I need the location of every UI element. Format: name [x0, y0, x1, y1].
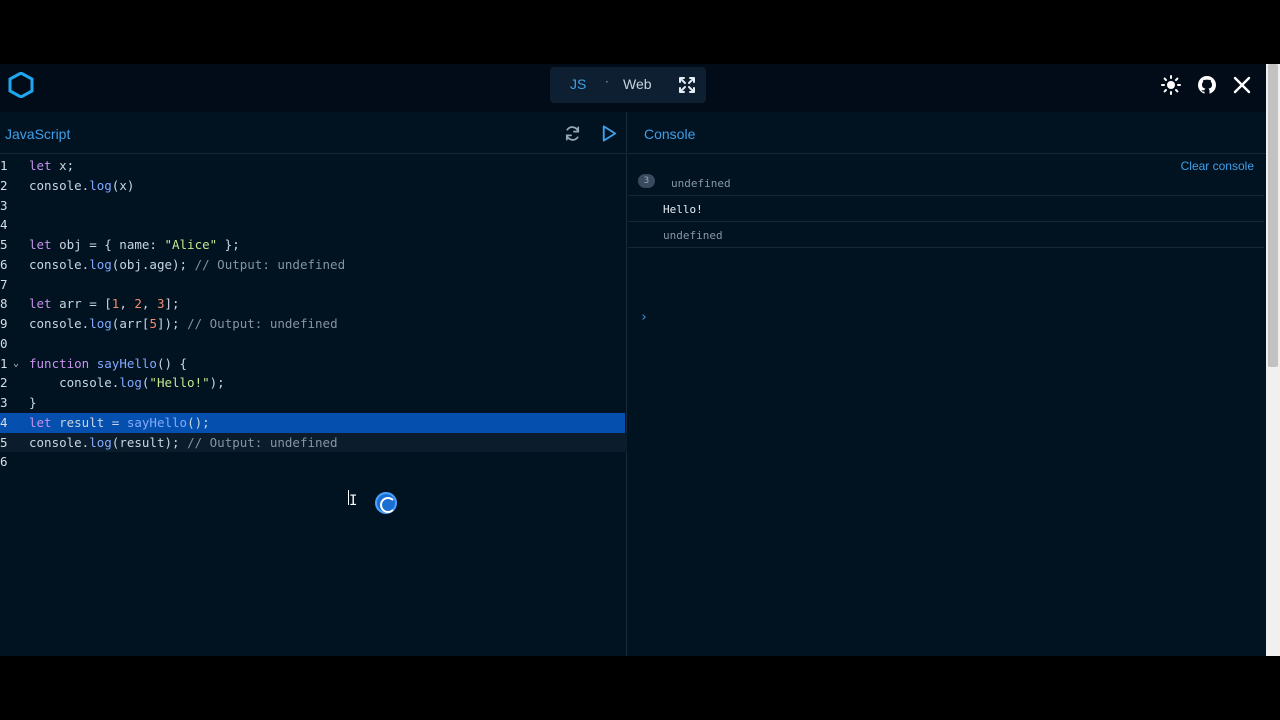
code-line[interactable]: 3} [0, 393, 627, 413]
line-number: 3 [0, 395, 8, 410]
line-number: 5 [0, 237, 8, 252]
console-header: Console [628, 112, 1266, 154]
editor-header: JavaScript [0, 112, 627, 154]
x-twitter-icon[interactable] [1232, 75, 1252, 95]
app-window: JS · Web JavaScript 1 let x; 2 console.l… [0, 64, 1280, 656]
logo-hexagon-icon[interactable] [8, 72, 34, 98]
line-number: 2 [0, 177, 8, 193]
refresh-icon[interactable] [563, 124, 582, 143]
code-text: let result = sayHello(); [29, 414, 210, 430]
page-scrollbar[interactable] [1266, 64, 1280, 656]
code-line[interactable]: 2 console.log("Hello!"); [0, 373, 627, 393]
mode-switch: JS · Web [550, 67, 706, 103]
code-text: } [29, 395, 37, 410]
loading-spinner-icon [375, 492, 397, 514]
code-text: console.log("Hello!"); [29, 375, 225, 391]
code-line[interactable]: 4 let result = sayHello(); [0, 412, 625, 433]
code-editor[interactable]: 1 let x; 2 console.log(x) 3 4 5 let obj = { nam… [0, 156, 627, 472]
ibeam-cursor-icon: I [349, 493, 358, 509]
code-text: let x; [29, 158, 75, 173]
line-number: 1 [0, 158, 8, 173]
console-pane: Console Clear console 3 undefined Hello! un… [628, 112, 1266, 656]
console-entry-text: undefined [663, 229, 723, 242]
code-line[interactable]: 9 console.log(arr[5]); // Output: undefin… [0, 314, 627, 334]
code-text: let obj = { name: "Alice" }; [29, 237, 240, 252]
repeat-count-badge: 3 [638, 174, 655, 188]
code-text: console.log(x) [29, 177, 135, 193]
code-line[interactable]: 1 ⌄ function sayHello() { [0, 354, 627, 374]
theme-sun-icon[interactable] [1161, 75, 1181, 95]
editor-pane: JavaScript 1 let x; 2 console.log(x) 3 4 5 let … [0, 112, 627, 656]
console-entry: 3 undefined [628, 170, 1264, 196]
run-play-icon[interactable] [599, 124, 618, 143]
github-icon[interactable] [1197, 75, 1217, 95]
line-number: 5 [0, 434, 8, 450]
line-number: 6 [0, 256, 8, 272]
line-number: 2 [0, 375, 8, 391]
code-text: console.log(arr[5]); // Output: undefine… [29, 316, 338, 331]
code-line[interactable]: 6 console.log(obj.age); // Output: undefi… [0, 255, 627, 275]
code-line[interactable]: 5 let obj = { name: "Alice" }; [0, 235, 627, 255]
code-text: let arr = [1, 2, 3]; [29, 296, 180, 312]
console-entry: Hello! [628, 196, 1264, 222]
line-number: 4 [0, 414, 8, 430]
console-title: Console [644, 126, 696, 142]
code-line[interactable]: 8 let arr = [1, 2, 3]; [0, 294, 627, 314]
code-line[interactable]: 7 [0, 275, 627, 295]
console-entry-text: Hello! [663, 203, 703, 216]
letterbox-top [0, 0, 1280, 64]
code-line[interactable]: 3 [0, 196, 627, 216]
editor-language-title[interactable]: JavaScript [5, 126, 70, 142]
top-header: JS · Web [0, 64, 1266, 112]
line-number: 9 [0, 316, 8, 331]
line-number: 4 [0, 217, 8, 233]
code-line[interactable]: 0 [0, 334, 627, 354]
code-line[interactable]: 1 let x; [0, 156, 627, 176]
mode-web-tab[interactable]: Web [623, 76, 652, 92]
code-line[interactable]: 2 console.log(x) [0, 176, 627, 196]
mode-js-tab[interactable]: JS [570, 76, 586, 92]
console-entry: undefined [628, 222, 1264, 248]
letterbox-bottom [0, 656, 1280, 720]
code-line[interactable]: 6 [0, 452, 627, 472]
line-number: 7 [0, 276, 8, 292]
line-number: 3 [0, 197, 8, 213]
line-number: 8 [0, 296, 8, 312]
line-number: 0 [0, 335, 8, 351]
scrollbar-thumb[interactable] [1268, 64, 1278, 367]
fullscreen-icon[interactable] [678, 76, 696, 94]
code-text: function sayHello() { [29, 355, 188, 371]
code-line[interactable]: 5 console.log(result); // Output: undefin… [0, 432, 627, 453]
console-prompt-icon[interactable]: › [640, 310, 648, 325]
code-text: console.log(result); // Output: undefine… [29, 434, 338, 450]
fold-chevron-icon[interactable]: ⌄ [13, 354, 19, 374]
mode-separator: · [605, 75, 609, 89]
code-line[interactable]: 4 [0, 215, 627, 235]
code-text: console.log(obj.age); // Output: undefin… [29, 256, 346, 272]
console-entry-text: undefined [671, 177, 731, 190]
line-number: 6 [0, 454, 8, 470]
